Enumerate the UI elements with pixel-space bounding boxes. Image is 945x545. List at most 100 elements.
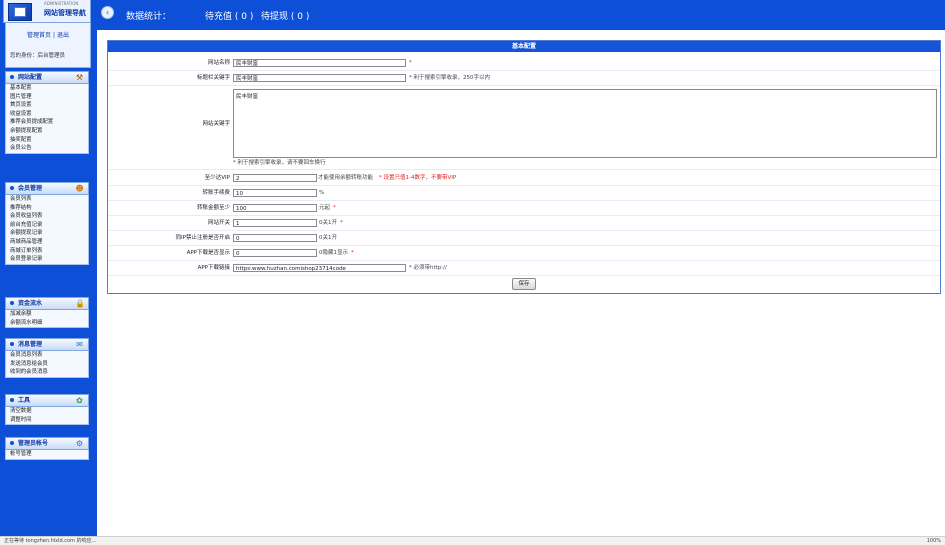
sidebar-group-title: 资金流水 bbox=[18, 300, 43, 307]
title-keywords-input[interactable]: 民丰财富 bbox=[233, 74, 406, 82]
bullet-icon bbox=[10, 342, 14, 346]
sidebar-group-title: 网站配置 bbox=[18, 74, 43, 81]
sidebar-item[interactable]: 余额流水明细 bbox=[6, 319, 88, 328]
min-transfer-label: 转账金额至少 bbox=[196, 205, 230, 211]
title-keywords-note: * 利于搜索引擎收录，250字以内 bbox=[409, 75, 490, 81]
sidebar-item[interactable]: 商城商品管理 bbox=[6, 238, 88, 247]
sidebar-group-header[interactable]: 工具 ✿ bbox=[5, 394, 89, 407]
sidebar-item[interactable]: 收益设置 bbox=[6, 110, 88, 119]
divider bbox=[108, 70, 940, 71]
admin-icon: ⚙ bbox=[75, 439, 84, 448]
min-vip-note: 才能使用余额转账功能 bbox=[318, 175, 374, 181]
sidebar-item[interactable]: 加减余额 bbox=[6, 310, 88, 319]
sidebar-item[interactable]: 商城订单列表 bbox=[6, 247, 88, 256]
sidebar-item[interactable]: 调整时间 bbox=[6, 416, 88, 425]
logo-subtitle: ADMINISTRATION bbox=[44, 1, 79, 6]
user-links: 管理首页 | 退出 bbox=[6, 30, 90, 39]
sidebar-group-items: 加减余额 余额流水明细 bbox=[5, 310, 89, 329]
bullet-icon bbox=[10, 301, 14, 305]
sidebar-group-title: 工具 bbox=[18, 397, 31, 404]
sidebar-group-header[interactable]: 管理员帐号 ⚙ bbox=[5, 437, 89, 450]
sidebar-item[interactable]: 会员收益列表 bbox=[6, 212, 88, 221]
sidebar-group-title: 消息管理 bbox=[18, 341, 43, 348]
app-download-link-note: * 必须带http:// bbox=[409, 265, 447, 271]
sidebar-group: 资金流水 🔒 加减余额 余额流水明细 bbox=[5, 297, 89, 329]
row-app-download-link: APP下载链接 https:www.huzhan.comishop23714co… bbox=[108, 263, 940, 273]
ip-limit-input[interactable]: 0 bbox=[233, 234, 317, 242]
row-site-name: 网站名称 民丰财富 * bbox=[108, 58, 940, 68]
palette-icon: ✿ bbox=[76, 396, 83, 405]
sidebar-item[interactable]: 会员列表 bbox=[6, 195, 88, 204]
sidebar-item[interactable]: 图片管理 bbox=[6, 93, 88, 102]
app-download-show-label: APP下载是否显示 bbox=[186, 250, 230, 256]
divider bbox=[108, 260, 940, 261]
sidebar-item[interactable]: 推荐结构 bbox=[6, 204, 88, 213]
circle-arrow-left-icon[interactable]: ‹ bbox=[101, 6, 114, 19]
sidebar-item[interactable]: 会员消息列表 bbox=[6, 351, 88, 360]
sidebar-item[interactable]: 会员登录记录 bbox=[6, 255, 88, 264]
divider bbox=[108, 245, 940, 246]
sidebar-group: 网站配置 ⚒ 基本配置 图片管理 首页设置 收益设置 推荐会员提成配置 余额提现配置 抽奖配置会… bbox=[5, 71, 89, 154]
min-vip-input[interactable]: 2 bbox=[233, 174, 317, 182]
sidebar-item[interactable]: 会员公告 bbox=[6, 144, 88, 153]
sidebar-group: 会员管理 ☻ 会员列表 推荐结构 会员收益列表 前台充值记录 余额提现记录 商城商品管理 商城订… bbox=[5, 182, 89, 265]
bullet-icon bbox=[10, 75, 14, 79]
site-keywords-textarea[interactable]: 民丰财富 bbox=[233, 89, 937, 158]
bullet-icon bbox=[10, 398, 14, 402]
sidebar-group-items: 帐号管理 bbox=[5, 450, 89, 460]
pending-recharge-link[interactable]: 待充值 ( 0 ) bbox=[205, 9, 253, 22]
min-transfer-input[interactable]: 100 bbox=[233, 204, 317, 212]
app-download-show-unit: 0隐藏1显示 bbox=[319, 250, 348, 256]
site-keywords-note: * 利于搜索引擎收录，请不要回车换行 bbox=[233, 160, 326, 166]
sidebar-item[interactable]: 基本配置 bbox=[6, 84, 88, 93]
row-site-keywords-note: * 利于搜索引擎收录，请不要回车换行 bbox=[108, 158, 940, 168]
row-site-switch: 网站开关 1 0关1开 * bbox=[108, 218, 940, 228]
sidebar-item[interactable]: 收到的会员消息 bbox=[6, 368, 88, 377]
divider bbox=[108, 275, 940, 276]
sidebar-item[interactable]: 发送消息给会员 bbox=[6, 360, 88, 369]
row-ip-limit: 同IP禁止注册是否开启 0 0关1开 bbox=[108, 233, 940, 243]
site-name-required: * bbox=[409, 60, 412, 66]
sidebar-group-header[interactable]: 会员管理 ☻ bbox=[5, 182, 89, 195]
ip-limit-label: 同IP禁止注册是否开启 bbox=[175, 235, 230, 241]
sidebar-group-header[interactable]: 网站配置 ⚒ bbox=[5, 71, 89, 84]
pending-withdraw-link[interactable]: 待提现 ( 0 ) bbox=[261, 9, 309, 22]
sidebar-group-header[interactable]: 资金流水 🔒 bbox=[5, 297, 89, 310]
admin-home-link[interactable]: 管理首页 bbox=[27, 32, 51, 39]
site-name-input[interactable]: 民丰财富 bbox=[233, 59, 406, 67]
sidebar-item[interactable]: 帐号管理 bbox=[6, 450, 88, 459]
logout-link[interactable]: 退出 bbox=[57, 32, 69, 39]
bullet-icon bbox=[10, 441, 14, 445]
sidebar-group-header[interactable]: 消息管理 ✉ bbox=[5, 338, 89, 351]
app-download-link-input[interactable]: https:www.huzhan.comishop23714code bbox=[233, 264, 406, 272]
ip-limit-unit: 0关1开 bbox=[319, 235, 337, 241]
sidebar-item[interactable]: 清空数据 bbox=[6, 407, 88, 416]
min-vip-label: 至少达VIP bbox=[204, 175, 230, 181]
sidebar-item[interactable]: 抽奖配置 bbox=[6, 136, 88, 145]
message-icon: ✉ bbox=[76, 340, 83, 349]
sidebar-item[interactable]: 前台充值记录 bbox=[6, 221, 88, 230]
sidebar-item[interactable]: 余额提现记录 bbox=[6, 229, 88, 238]
bullet-icon bbox=[10, 186, 14, 190]
site-switch-input[interactable]: 1 bbox=[233, 219, 317, 227]
transfer-fee-input[interactable]: 10 bbox=[233, 189, 317, 197]
site-keywords-label: 网站关键字 bbox=[202, 121, 230, 127]
divider bbox=[108, 85, 940, 86]
sidebar-group-items: 会员消息列表 发送消息给会员 收到的会员消息 bbox=[5, 351, 89, 378]
app-download-show-input[interactable]: 0 bbox=[233, 249, 317, 257]
sidebar-item[interactable]: 推荐会员提成配置 bbox=[6, 118, 88, 127]
sidebar-group-items: 基本配置 图片管理 首页设置 收益设置 推荐会员提成配置 余额提现配置 抽奖配置 会员公告 bbox=[5, 84, 89, 154]
divider bbox=[108, 215, 940, 216]
sidebar-group-items: 清空数据 调整时间 bbox=[5, 407, 89, 426]
tools-icon: ⚒ bbox=[75, 73, 84, 82]
sidebar-item[interactable]: 首页设置 bbox=[6, 101, 88, 110]
row-app-download-show: APP下载是否显示 0 0隐藏1显示 * bbox=[108, 248, 940, 258]
transfer-fee-label: 转账手续费 bbox=[202, 190, 230, 196]
save-button[interactable]: 保存 bbox=[512, 278, 536, 290]
sidebar-item[interactable]: 余额提现配置 bbox=[6, 127, 88, 136]
basic-config-panel: 基本配置 网站名称 民丰财富 * 标题栏关键字 民丰财富 * 利于搜索引擎收录，… bbox=[107, 40, 941, 294]
min-vip-warning: * 设置只值1-4数字，不要带VIP bbox=[379, 175, 457, 181]
sidebar-group-items: 会员列表 推荐结构 会员收益列表 前台充值记录 余额提现记录 商城商品管理 商城订单列表 会员… bbox=[5, 195, 89, 265]
sidebar-group: 工具 ✿ 清空数据 调整时间 bbox=[5, 394, 89, 426]
site-switch-unit: 0关1开 bbox=[319, 220, 337, 226]
